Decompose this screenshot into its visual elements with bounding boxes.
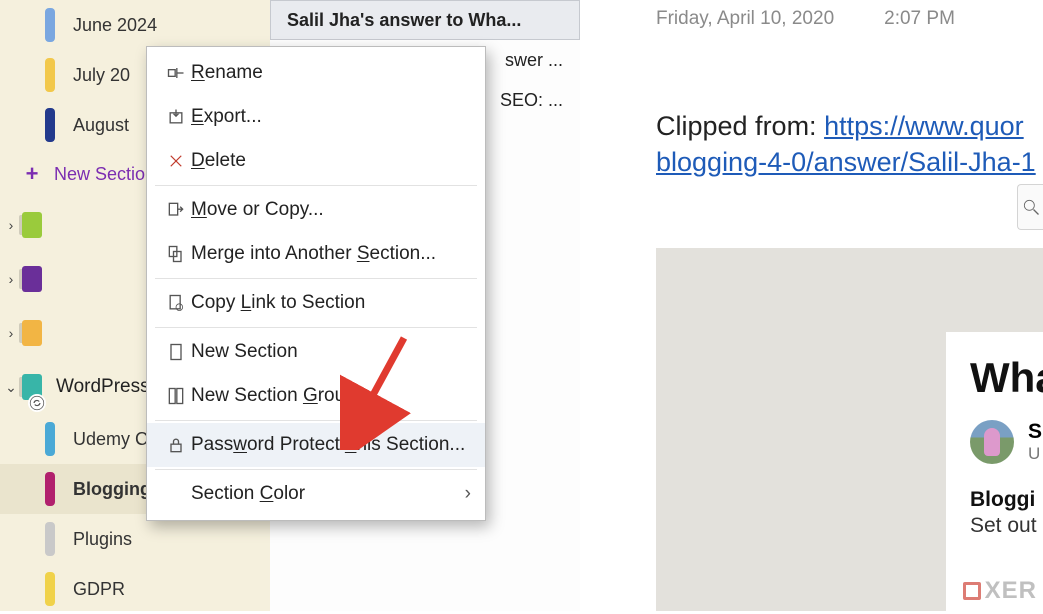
clipped-link[interactable]: blogging-4-0/answer/Salil-Jha-1 bbox=[656, 147, 1036, 177]
note-meta: Friday, April 10, 2020 2:07 PM bbox=[656, 0, 1043, 30]
page-title: Salil Jha's answer to Wha... bbox=[287, 10, 521, 31]
section-color-chip bbox=[45, 8, 55, 42]
menu-merge[interactable]: Merge into Another Section... bbox=[147, 232, 485, 276]
menu-separator bbox=[155, 278, 477, 279]
merge-icon bbox=[161, 244, 191, 264]
note-time: 2:07 PM bbox=[884, 8, 955, 30]
menu-move-copy[interactable]: Move or Copy... bbox=[147, 188, 485, 232]
menu-separator bbox=[155, 469, 477, 470]
card-author: S U bbox=[970, 420, 1043, 464]
section-gdpr[interactable]: GDPR bbox=[0, 564, 270, 614]
menu-new-section[interactable]: New Section bbox=[147, 330, 485, 374]
delete-icon bbox=[161, 152, 191, 170]
section-color-chip bbox=[45, 108, 55, 142]
clipped-label: Clipped from: bbox=[656, 111, 824, 141]
embedded-card: Wha S U Bloggi Set out bbox=[656, 248, 1043, 611]
section-color-chip bbox=[45, 422, 55, 456]
menu-separator bbox=[155, 327, 477, 328]
section-june-2024[interactable]: June 2024 bbox=[0, 0, 270, 50]
search-button[interactable] bbox=[1017, 184, 1043, 230]
avatar bbox=[970, 420, 1014, 464]
section-context-menu: Rename Export... Delete Move or Copy... … bbox=[146, 46, 486, 521]
menu-separator bbox=[155, 420, 477, 421]
menu-section-color[interactable]: Section Color › bbox=[147, 472, 485, 516]
section-color-chip bbox=[45, 572, 55, 606]
menu-delete[interactable]: Delete bbox=[147, 139, 485, 183]
menu-password-protect[interactable]: Password Protect This Section... bbox=[147, 423, 485, 467]
card-text-line: Set out bbox=[970, 514, 1043, 538]
page-title: swer ... bbox=[505, 50, 563, 71]
watermark: XER bbox=[963, 577, 1037, 605]
section-plugins[interactable]: Plugins bbox=[0, 514, 270, 564]
new-section-label: New Sectio bbox=[54, 164, 145, 185]
card-bold-line: Bloggi bbox=[970, 488, 1043, 512]
page-title: SEO: ... bbox=[500, 90, 563, 111]
menu-rename[interactable]: Rename bbox=[147, 51, 485, 95]
lock-icon bbox=[161, 435, 191, 455]
sync-icon bbox=[28, 394, 46, 412]
section-label: August bbox=[73, 115, 129, 136]
move-icon bbox=[161, 200, 191, 220]
menu-new-section-group[interactable]: New Section Group bbox=[147, 374, 485, 418]
card-title: Wha bbox=[970, 354, 1043, 402]
link-icon bbox=[161, 293, 191, 313]
notebook-icon bbox=[22, 266, 42, 292]
section-color-chip bbox=[45, 472, 55, 506]
section-label: GDPR bbox=[73, 579, 125, 600]
card-body: Wha S U Bloggi Set out bbox=[946, 332, 1043, 611]
section-color-chip bbox=[45, 58, 55, 92]
export-icon bbox=[161, 107, 191, 127]
notebook-icon bbox=[22, 320, 42, 346]
menu-export[interactable]: Export... bbox=[147, 95, 485, 139]
notebook-icon bbox=[22, 212, 42, 238]
plus-icon: + bbox=[22, 161, 42, 187]
notebook-label: WordPress bbox=[56, 376, 150, 398]
watermark-icon bbox=[963, 582, 981, 600]
author-initial: S bbox=[1028, 420, 1042, 444]
chevron-right-icon: › bbox=[465, 483, 471, 505]
new-section-icon bbox=[161, 342, 191, 362]
section-label: July 20 bbox=[73, 65, 130, 86]
section-group-icon bbox=[161, 386, 191, 406]
menu-copy-link[interactable]: Copy Link to Section bbox=[147, 281, 485, 325]
clipped-link[interactable]: https://www.quor bbox=[824, 111, 1024, 141]
note-date: Friday, April 10, 2020 bbox=[656, 8, 834, 30]
section-color-chip bbox=[45, 522, 55, 556]
clipped-from: Clipped from: https://www.quor blogging-… bbox=[656, 108, 1043, 181]
rename-icon bbox=[161, 63, 191, 83]
search-icon bbox=[1021, 197, 1041, 217]
menu-separator bbox=[155, 185, 477, 186]
section-label: June 2024 bbox=[73, 15, 157, 36]
section-label: Plugins bbox=[73, 529, 132, 550]
author-sub: U bbox=[1028, 444, 1042, 464]
page-item[interactable]: Salil Jha's answer to Wha... bbox=[270, 0, 580, 40]
